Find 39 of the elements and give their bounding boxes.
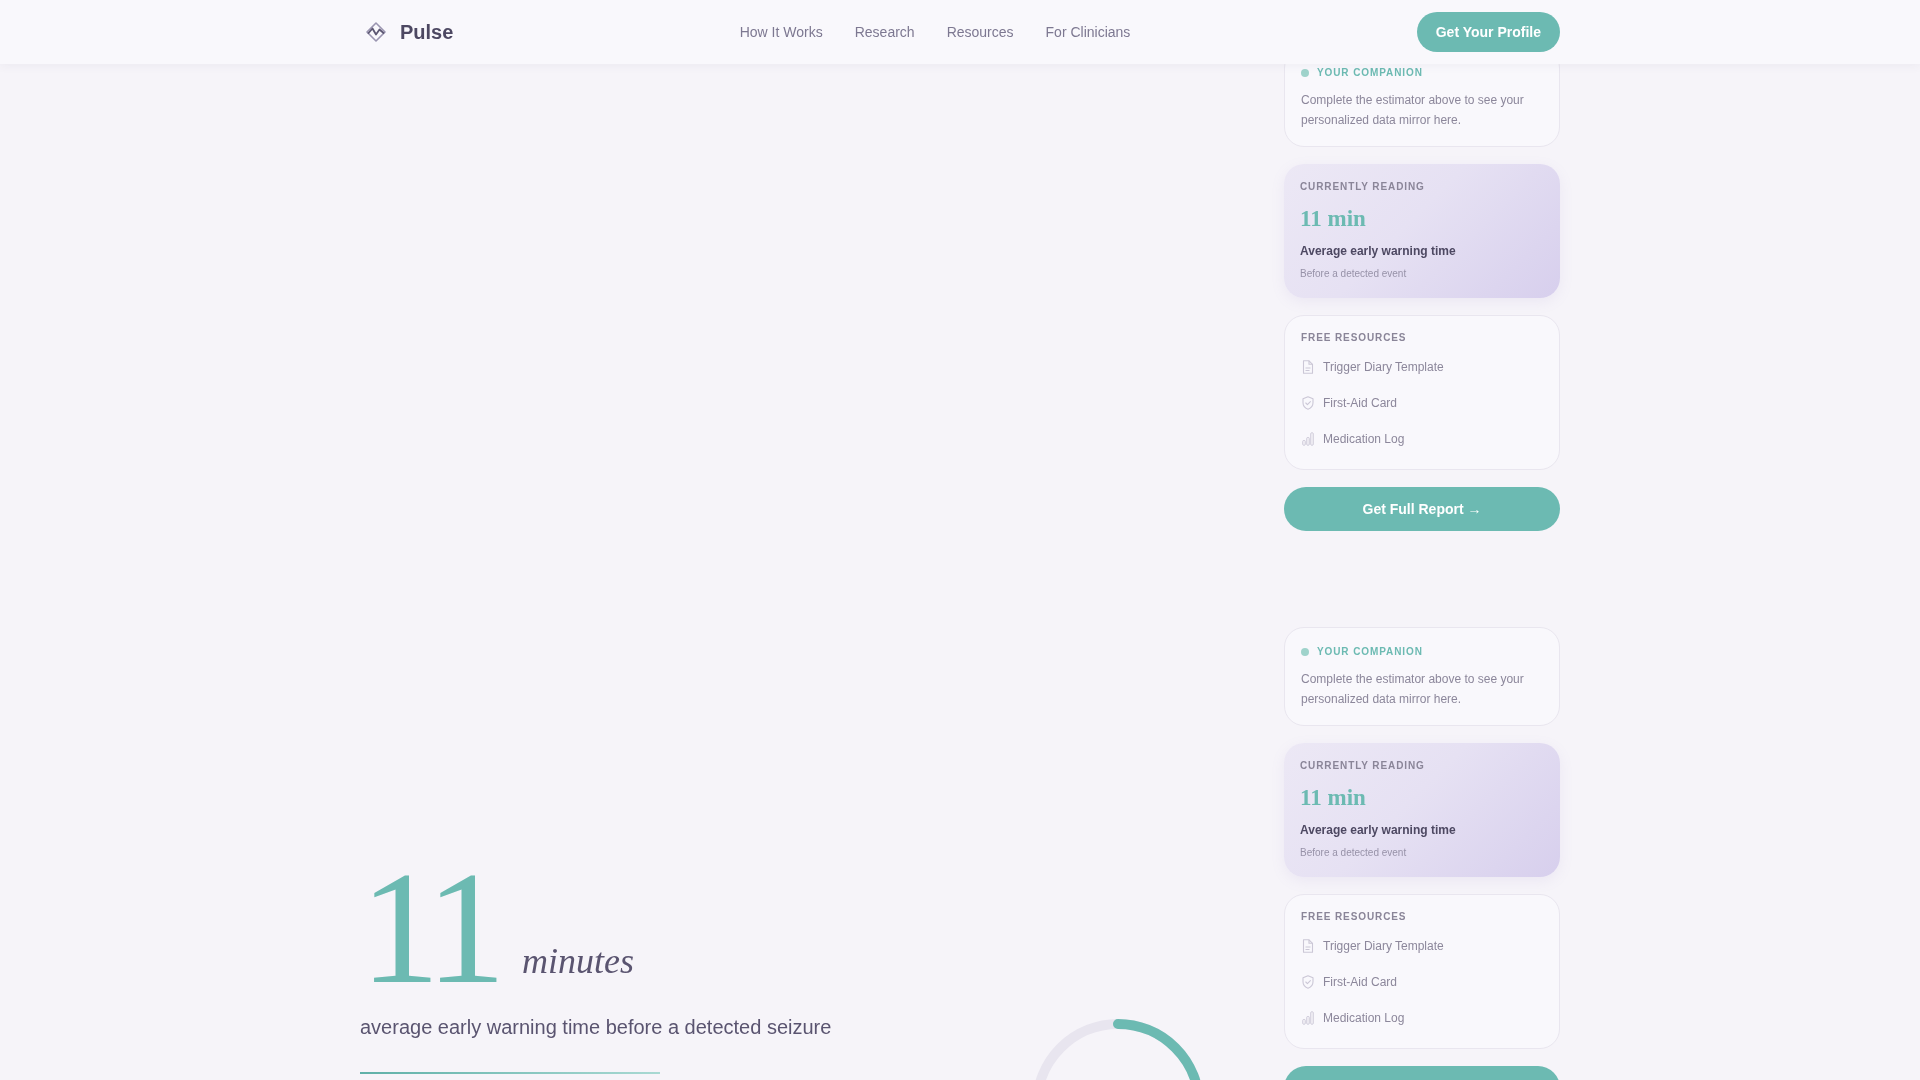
reading-title: Average early warning time [1300, 243, 1457, 261]
resource-link[interactable]: Trigger Diary Template [1301, 937, 1444, 956]
shield-check-icon [1302, 975, 1314, 990]
section-label: CURRENTLY READING [1300, 759, 1426, 774]
companion-text: Complete the estimator above to see your personalized data mirror here. [1301, 671, 1525, 708]
companion-text: Complete the estimator above to see your personalized data mirror here. [1301, 92, 1525, 129]
section-label: FREE RESOURCES [1301, 331, 1408, 346]
nav-link[interactable]: For Clinicians [1045, 23, 1131, 41]
reading-note: Before a detected event [1300, 267, 1408, 282]
reading-note: Before a detected event [1300, 846, 1408, 861]
dot-icon [1301, 69, 1309, 77]
section-label: YOUR COMPANION [1317, 645, 1423, 660]
get-profile-button[interactable]: Get Your Profile [1416, 12, 1560, 52]
section-label: FREE RESOURCES [1301, 910, 1408, 925]
document-icon [1302, 939, 1314, 954]
resource-link[interactable]: Medication Log [1301, 430, 1405, 449]
reading-value: 11 min [1300, 205, 1367, 234]
section-label: YOUR COMPANION [1317, 66, 1423, 80]
nav-link[interactable]: Research [854, 23, 915, 41]
shield-check-icon [1302, 396, 1314, 411]
bar-chart-icon [1302, 1011, 1314, 1026]
resource-link[interactable]: Trigger Diary Template [1301, 358, 1444, 377]
reading-title: Average early warning time [1300, 822, 1457, 840]
reading-value: 11 min [1300, 784, 1367, 813]
report-button[interactable]: Get Full Report → [1284, 487, 1560, 532]
resource-link[interactable]: Medication Log [1301, 1009, 1405, 1028]
bar-chart-icon [1302, 432, 1314, 447]
section-label: CURRENTLY READING [1300, 180, 1426, 195]
nav-link[interactable]: How It Works [739, 23, 823, 41]
brand-name: Pulse [400, 20, 454, 44]
document-icon [1302, 360, 1314, 375]
stat-caption: average early warning time before a detected seizure [360, 1015, 832, 1040]
resource-link[interactable]: First-Aid Card [1301, 973, 1397, 992]
resource-link[interactable]: First-Aid Card [1301, 394, 1397, 413]
nav-link[interactable]: Resources [946, 23, 1014, 41]
stat-unit: minutes [522, 943, 635, 979]
dot-icon [1301, 648, 1309, 657]
stat-number: 11 [360, 848, 499, 1008]
logo-icon [366, 22, 386, 42]
